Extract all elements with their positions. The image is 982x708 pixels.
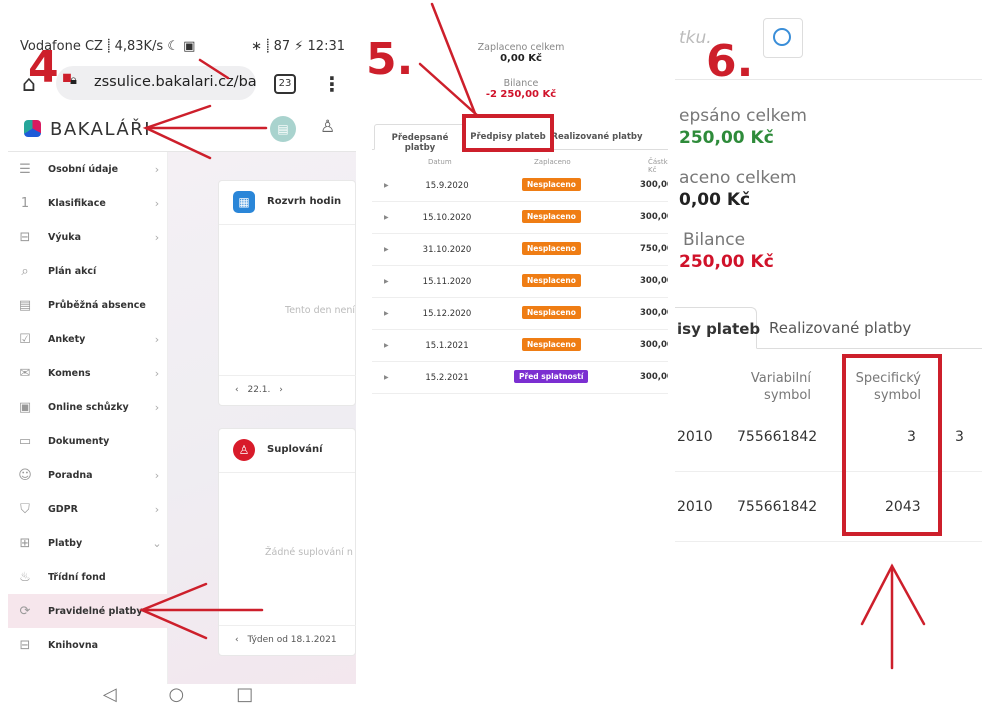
arrow-to-tab-2 bbox=[418, 62, 480, 118]
arrow-to-url bbox=[198, 58, 230, 80]
annotation-arrows bbox=[138, 2, 926, 670]
arrow-head-logo bbox=[142, 104, 212, 160]
arrow-to-tab bbox=[430, 2, 478, 118]
